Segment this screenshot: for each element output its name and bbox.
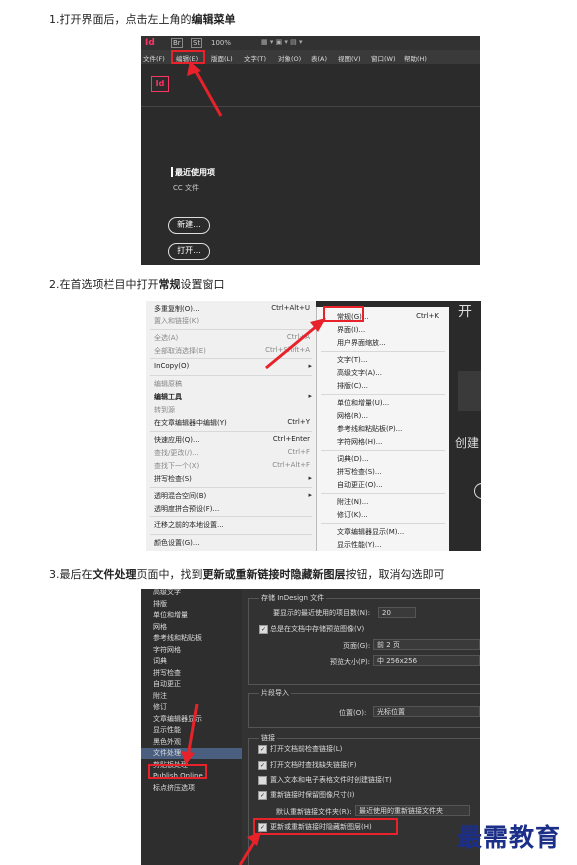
step-bold: 更新或重新链接时隐藏新图层 — [202, 568, 346, 581]
step-text: 3.最后在 — [49, 568, 93, 581]
watermark-text: 最需教育 — [457, 823, 562, 852]
screenshot-preferences-menu: 多重复制(O)... Ctrl+Alt+U 置入和链接(K) 全选(A) Ctrl+A 全… — [146, 301, 481, 551]
recent-subtitle[interactable]: CC 文件 — [173, 183, 199, 193]
recent-marker — [171, 167, 173, 177]
step-text: 设置窗口 — [180, 278, 225, 291]
screenshot-indesign-start: Id Br St 100% ▦ ▾ ▣ ▾ ▤ ▾ 文件(F) 编辑(E) 版面(L… — [141, 36, 480, 265]
step-bold: 编辑菜单 — [191, 13, 236, 26]
step-bold: 文件处理 — [92, 568, 137, 581]
step-2-text: 2.在首选项栏目中打开常规设置窗口 — [49, 276, 225, 292]
step-text: 1.打开界面后，点击左上角的 — [49, 13, 192, 26]
step-text: 按钮，取消勾选即可 — [345, 568, 445, 581]
recent-title: 最近使用项 — [175, 168, 215, 177]
step-1-text: 1.打开界面后，点击左上角的编辑菜单 — [49, 11, 236, 27]
step-bold: 常规 — [158, 278, 181, 291]
screenshot-file-handling: 高级文字 排版 单位和增量 网格 参考线和粘贴板 字符网格 词典 拼写检查 自动更正 附注 修订 文章… — [141, 589, 480, 865]
step-text: 页面中，找到 — [136, 568, 203, 581]
step-text: 2.在首选项栏目中打开 — [49, 278, 159, 291]
step-3-text: 3.最后在文件处理页面中，找到更新或重新链接时隐藏新图层按钮，取消勾选即可 — [49, 566, 445, 582]
new-button[interactable]: 新建... — [168, 217, 210, 234]
red-arrow-icon — [181, 703, 261, 865]
open-button[interactable]: 打开... — [168, 243, 210, 260]
red-arrow-icon — [265, 318, 326, 370]
